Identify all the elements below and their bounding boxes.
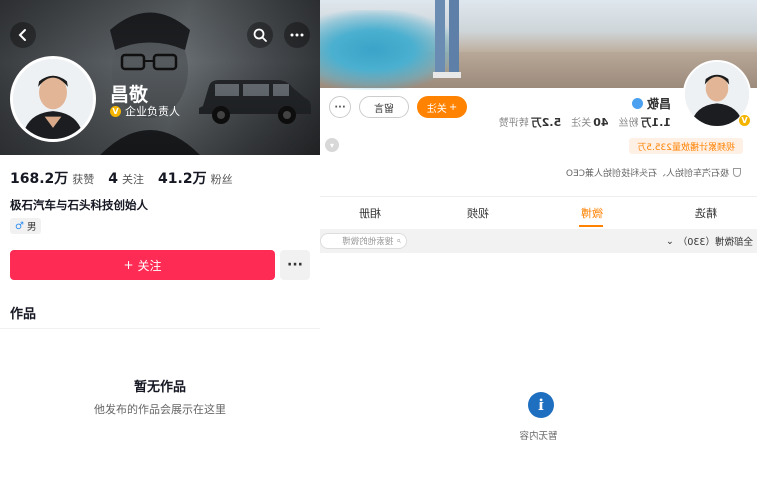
all-weibo-filter[interactable]: 全部微博（330） ⌄ xyxy=(665,234,753,249)
member-icon xyxy=(631,98,643,109)
stat-likes-label: 获赞 xyxy=(72,173,95,186)
message-button-label: 留言 xyxy=(374,103,394,115)
more-dots-icon: ··· xyxy=(287,257,303,273)
more-dots-icon: ··· xyxy=(334,101,346,113)
search-button[interactable] xyxy=(247,22,273,48)
gender-text: 男 xyxy=(26,222,37,233)
weibo-name: 昌敬 xyxy=(631,95,671,112)
follow-button-label: 关注 xyxy=(137,258,162,273)
message-button[interactable]: 留言 xyxy=(359,96,409,118)
empty-state-title: 暂无作品 xyxy=(133,380,186,395)
search-icon: ⌕ xyxy=(396,236,401,246)
stat-reposts: 5.2万转评赞 xyxy=(499,114,562,130)
weibo-profile-content: V 昌敬 1.1万粉丝 40关注 5.2万转评赞 + 关注 留言 ··· 视频累… xyxy=(320,0,757,484)
active-tab-indicator xyxy=(579,225,603,227)
works-section-title: 作品 xyxy=(10,307,37,322)
cert-text: 企业负责人 xyxy=(125,105,180,118)
empty-state-text: 暂无内容 xyxy=(519,431,558,442)
weibo-profile-panel: V 昌敬 1.1万粉丝 40关注 5.2万转评赞 + 关注 留言 ··· 视频累… xyxy=(320,0,757,484)
back-button[interactable] xyxy=(10,22,36,48)
stat-followers-value: 41.2万 xyxy=(158,171,207,187)
back-arrow-icon xyxy=(18,29,26,41)
weibo-search-input[interactable]: ⌕ 搜索他的微博 xyxy=(320,233,407,249)
more-actions-button[interactable]: ··· xyxy=(280,250,310,280)
weibo-bio: 极石汽车创始人、石头科技创始人兼CEO xyxy=(566,166,741,179)
stat-followers-label: 粉丝 xyxy=(210,173,233,186)
weibo-more-button[interactable]: ··· xyxy=(329,96,351,118)
stat-reposts-label: 转评赞 xyxy=(498,118,529,129)
verification-label: V 企业负责人 xyxy=(110,103,180,119)
stat-following-label: 关注 xyxy=(571,118,592,129)
filter-label-text: 全部微博（330） xyxy=(677,237,753,248)
more-dots-icon xyxy=(290,33,304,37)
chevron-down-icon: ⌄ xyxy=(665,235,674,247)
tab-weibo[interactable]: 微博 xyxy=(581,205,603,221)
stat-followers-value: 1.1万 xyxy=(640,116,672,129)
stat-following-value: 40 xyxy=(593,116,609,129)
empty-state-subtitle: 他发布的作品会展示在这里 xyxy=(94,403,226,416)
plus-icon: + xyxy=(448,101,458,113)
banner-person-image xyxy=(433,0,461,78)
shield-icon xyxy=(733,168,741,177)
tab-videos[interactable]: 视频 xyxy=(467,205,489,221)
stat-following[interactable]: 40关注 xyxy=(571,114,608,129)
video-views-badge: 视频累计播放量235.5万 xyxy=(629,138,743,154)
weibo-name-text: 昌敬 xyxy=(646,97,671,111)
stat-reposts-value: 5.2万 xyxy=(530,116,562,129)
avatar[interactable] xyxy=(10,56,96,142)
profile-stats: 168.2万 获赞 4 关注 41.2万 粉丝 xyxy=(10,168,233,188)
weibo-stats: 1.1万粉丝 40关注 5.2万转评赞 xyxy=(499,114,671,130)
stat-likes[interactable]: 168.2万 获赞 xyxy=(10,168,94,188)
follow-button[interactable]: + 关注 xyxy=(10,250,275,280)
douyin-profile-panel: 昌敬 V 企业负责人 168.2万 获赞 4 关注 41.2万 粉丝 极石汽车与… xyxy=(0,0,320,484)
weibo-follow-button[interactable]: + 关注 xyxy=(417,96,467,118)
tab-featured[interactable]: 精选 xyxy=(695,205,717,221)
verified-v-icon: V xyxy=(110,105,121,117)
stat-followers[interactable]: 1.1万粉丝 xyxy=(619,114,672,130)
weibo-tabs: 精选 微博 视频 相册 xyxy=(320,205,757,227)
gender-tag: ♂ 男 xyxy=(10,218,42,234)
stat-following-label: 关注 xyxy=(122,173,145,186)
plus-icon: + xyxy=(123,258,134,272)
stat-followers-label: 粉丝 xyxy=(618,118,639,129)
stat-followers[interactable]: 41.2万 粉丝 xyxy=(158,168,233,188)
more-options-button[interactable] xyxy=(284,22,310,48)
weibo-follow-label: 关注 xyxy=(426,103,447,115)
male-icon: ♂ xyxy=(15,220,24,232)
stat-following-value: 4 xyxy=(108,171,119,187)
search-icon xyxy=(253,28,267,42)
info-icon: i xyxy=(528,392,554,418)
verified-badge-icon: V xyxy=(738,114,751,127)
divider xyxy=(0,328,320,329)
profile-bio: 极石汽车与石头科技创始人 xyxy=(10,198,148,212)
search-placeholder: 搜索他的微博 xyxy=(342,237,394,247)
expand-chevron-icon[interactable]: ▾ xyxy=(325,138,339,152)
stat-likes-value: 168.2万 xyxy=(10,171,69,187)
weibo-bio-text: 极石汽车创始人、石头科技创始人兼CEO xyxy=(565,169,729,179)
tab-album[interactable]: 相册 xyxy=(359,205,381,221)
stat-following[interactable]: 4 关注 xyxy=(108,171,144,187)
avatar-portrait xyxy=(13,59,93,139)
divider xyxy=(320,196,757,197)
